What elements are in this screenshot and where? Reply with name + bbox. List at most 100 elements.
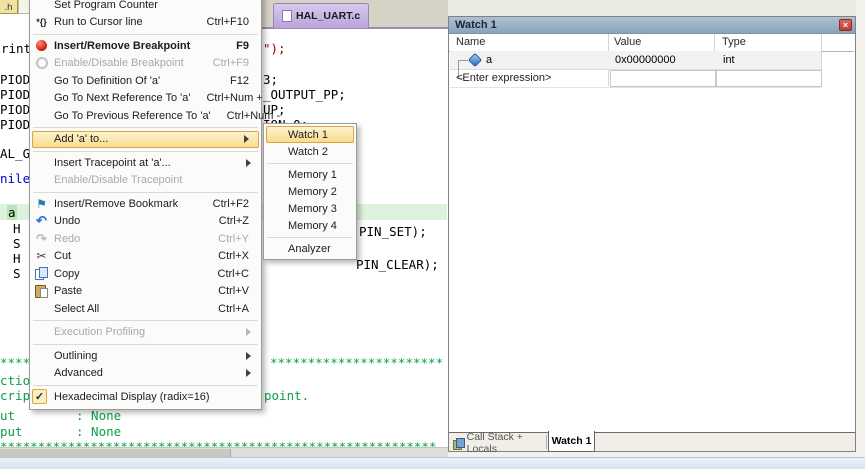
- code-fragment: AL_G: [0, 146, 30, 161]
- editor-horizontal-scrollbar[interactable]: [0, 447, 448, 457]
- tab-call-stack-locals[interactable]: Call Stack + Locals: [451, 435, 545, 451]
- submenu-item-label: Analyzer: [288, 243, 331, 255]
- submenu-item-memory-2[interactable]: Memory 2: [264, 183, 356, 200]
- cut-icon: ✂: [33, 248, 50, 266]
- menu-item-go-to-previous-reference[interactable]: Go To Previous Reference To 'a' Ctrl+Num…: [30, 107, 261, 125]
- menu-shortcut: F12: [214, 75, 249, 87]
- menu-item-label: Enable/Disable Breakpoint: [54, 57, 184, 69]
- selected-variable-a[interactable]: a: [7, 205, 17, 220]
- submenu-arrow-icon: [246, 369, 255, 377]
- menu-item-label: Hexadecimal Display (radix=16): [54, 391, 210, 403]
- menu-separator: [33, 385, 258, 386]
- watch-window-titlebar[interactable]: Watch 1 ×: [449, 17, 855, 34]
- watch-variable-name: a: [486, 54, 492, 66]
- menu-item-add-a-to[interactable]: Add 'a' to...: [32, 131, 259, 149]
- menu-item-label: Go To Definition Of 'a': [54, 75, 160, 87]
- menu-item-execution-profiling: Execution Profiling: [30, 324, 261, 342]
- watch-variable-value: 0x00000000: [615, 54, 676, 66]
- tree-connector: [458, 60, 468, 61]
- menu-item-label: Select All: [54, 303, 99, 315]
- code-fragment: PIOD: [0, 87, 30, 102]
- menu-item-insert-remove-breakpoint[interactable]: Insert/Remove Breakpoint F9: [30, 37, 261, 55]
- menu-item-cut[interactable]: ✂ Cut Ctrl+X: [30, 248, 261, 266]
- menu-item-outlining[interactable]: Outlining: [30, 347, 261, 365]
- enter-expression-cell[interactable]: <Enter expression>: [456, 72, 551, 84]
- menu-item-label: Undo: [54, 215, 80, 227]
- column-header-name[interactable]: Name: [456, 36, 485, 48]
- code-fragment: PIN_CLEAR);: [356, 257, 439, 272]
- menu-item-go-to-definition[interactable]: Go To Definition Of 'a' F12: [30, 72, 261, 90]
- submenu-item-memory-1[interactable]: Memory 1: [264, 166, 356, 183]
- menu-item-run-to-cursor-line[interactable]: *{} Run to Cursor line Ctrl+F10: [30, 14, 261, 32]
- menu-separator: [33, 192, 258, 193]
- menu-shortcut: Ctrl+V: [202, 285, 249, 297]
- code-fragment: ");: [263, 41, 286, 56]
- menu-item-label: Enable/Disable Tracepoint: [54, 174, 182, 186]
- status-bar: [0, 457, 865, 469]
- menu-item-select-all[interactable]: Select All Ctrl+A: [30, 300, 261, 318]
- submenu-item-label: Memory 3: [288, 203, 337, 215]
- code-comment-fragment: ctio: [0, 373, 30, 388]
- menu-item-set-program-counter[interactable]: Set Program Counter: [30, 0, 261, 14]
- menu-separator: [33, 320, 258, 321]
- menu-item-label: Set Program Counter: [54, 0, 158, 11]
- menu-item-hexadecimal-display[interactable]: ✓ Hexadecimal Display (radix=16): [30, 388, 261, 406]
- menu-shortcut: Ctrl+Num -: [211, 110, 280, 122]
- submenu-item-watch-2[interactable]: Watch 2: [264, 143, 356, 160]
- menu-item-insert-remove-bookmark[interactable]: ⚑ Insert/Remove Bookmark Ctrl+F2: [30, 195, 261, 213]
- menu-item-label: Redo: [54, 233, 80, 245]
- menu-separator: [33, 151, 258, 152]
- code-comment-fragment: put: [0, 424, 23, 439]
- app-background-right: [856, 0, 865, 457]
- menu-item-label: Go To Next Reference To 'a': [54, 92, 190, 104]
- column-header-value[interactable]: Value: [614, 36, 641, 48]
- tab-header-file-partial[interactable]: .h: [0, 0, 18, 14]
- bookmark-icon: ⚑: [33, 195, 50, 213]
- submenu-arrow-icon: [246, 159, 255, 167]
- run-to-cursor-icon: *{}: [33, 14, 50, 32]
- code-fragment: 3;: [263, 72, 278, 87]
- menu-shortcut: Ctrl+Z: [203, 215, 249, 227]
- empty-value-cell[interactable]: [610, 70, 716, 87]
- menu-separator: [33, 34, 258, 35]
- menu-item-label: Run to Cursor line: [54, 16, 143, 28]
- menu-item-go-to-next-reference[interactable]: Go To Next Reference To 'a' Ctrl+Num +: [30, 90, 261, 108]
- menu-item-label: Advanced: [54, 367, 103, 379]
- code-comment-fragment: : None: [76, 424, 121, 439]
- menu-shortcut: Ctrl+F2: [197, 198, 249, 210]
- scrollbar-thumb[interactable]: [0, 449, 231, 457]
- tab-watch-1-active[interactable]: Watch 1: [548, 431, 595, 452]
- code-fragment: PIOD: [0, 72, 30, 87]
- tab-label: Watch 1: [552, 435, 592, 447]
- menu-shortcut: Ctrl+Y: [202, 233, 249, 245]
- watch-row-enter-expression[interactable]: <Enter expression>: [450, 69, 821, 88]
- tab-label: HAL_UART.c: [296, 10, 360, 22]
- copy-icon: [33, 265, 50, 283]
- menu-shortcut: Ctrl+A: [202, 303, 249, 315]
- code-fragment: nile: [0, 171, 30, 186]
- submenu-item-analyzer[interactable]: Analyzer: [264, 240, 356, 257]
- column-header-type[interactable]: Type: [722, 36, 746, 48]
- menu-item-enable-disable-breakpoint: Enable/Disable Breakpoint Ctrl+F9: [30, 55, 261, 73]
- menu-item-insert-tracepoint[interactable]: Insert Tracepoint at 'a'...: [30, 154, 261, 172]
- code-fragment: H: [13, 221, 21, 236]
- code-fragment: H: [13, 251, 21, 266]
- submenu-item-watch-1[interactable]: Watch 1: [266, 126, 354, 143]
- submenu-item-label: Memory 4: [288, 220, 337, 232]
- tab-hal-uart-c[interactable]: HAL_UART.c: [273, 3, 369, 28]
- menu-item-copy[interactable]: Copy Ctrl+C: [30, 265, 261, 283]
- empty-type-cell[interactable]: [716, 70, 822, 87]
- menu-item-undo[interactable]: ↶ Undo Ctrl+Z: [30, 213, 261, 231]
- code-fragment: S: [13, 236, 21, 251]
- code-comment-fragment: ut: [0, 408, 15, 423]
- close-icon[interactable]: ×: [839, 19, 852, 31]
- menu-item-advanced[interactable]: Advanced: [30, 365, 261, 383]
- submenu-item-memory-4[interactable]: Memory 4: [264, 217, 356, 234]
- menu-item-label: Paste: [54, 285, 82, 297]
- menu-item-paste[interactable]: Paste Ctrl+V: [30, 283, 261, 301]
- breakpoint-icon: [33, 37, 50, 55]
- watch-header-row: Name Value Type: [449, 34, 854, 52]
- watch-row-a[interactable]: a 0x00000000 int: [450, 51, 821, 70]
- submenu-item-memory-3[interactable]: Memory 3: [264, 200, 356, 217]
- submenu-item-label: Watch 1: [288, 129, 328, 141]
